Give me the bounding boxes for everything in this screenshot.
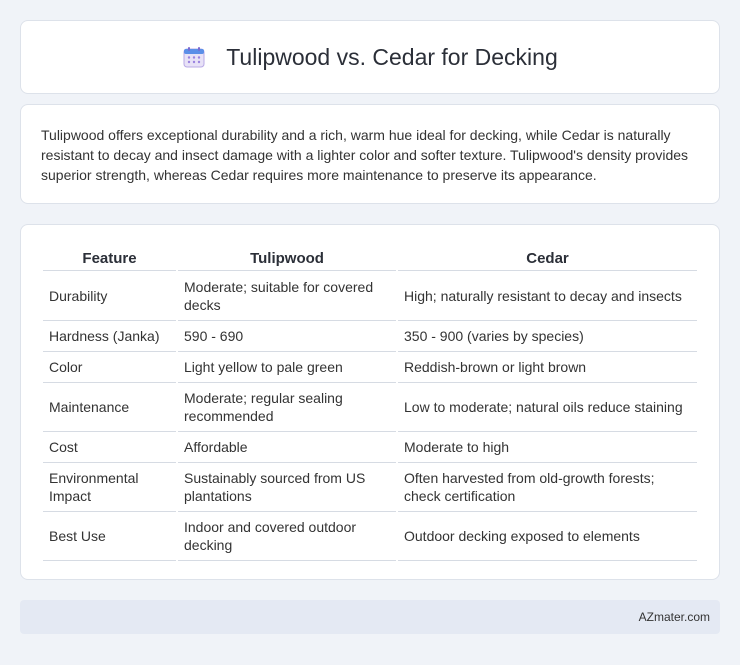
intro-text: Tulipwood offers exceptional durability … — [41, 127, 689, 183]
cell-cedar: Low to moderate; natural oils reduce sta… — [398, 383, 697, 432]
footer-site-link[interactable]: AZmater.com — [639, 610, 710, 624]
cell-cedar: High; naturally resistant to decay and i… — [398, 271, 697, 321]
cell-feature: Best Use — [43, 512, 176, 561]
cell-cedar: Often harvested from old-growth forests;… — [398, 463, 697, 512]
table-row: Best Use Indoor and covered outdoor deck… — [43, 512, 697, 561]
cell-cedar: Reddish-brown or light brown — [398, 352, 697, 383]
intro-card: Tulipwood offers exceptional durability … — [20, 104, 720, 204]
header-feature: Feature — [43, 245, 176, 271]
cell-tulipwood: Light yellow to pale green — [178, 352, 396, 383]
cell-tulipwood: Affordable — [178, 432, 396, 463]
cell-feature: Cost — [43, 432, 176, 463]
cell-tulipwood: 590 - 690 — [178, 321, 396, 352]
cell-tulipwood: Indoor and covered outdoor decking — [178, 512, 396, 561]
calendar-icon — [182, 45, 206, 69]
table-row: Environmental Impact Sustainably sourced… — [43, 463, 697, 512]
footer: AZmater.com — [20, 600, 720, 634]
comparison-table: Feature Tulipwood Cedar Durability Moder… — [41, 245, 699, 561]
cell-tulipwood: Sustainably sourced from US plantations — [178, 463, 396, 512]
cell-tulipwood: Moderate; regular sealing recommended — [178, 383, 396, 432]
title-card: Tulipwood vs. Cedar for Decking — [20, 20, 720, 94]
cell-feature: Hardness (Janka) — [43, 321, 176, 352]
table-row: Maintenance Moderate; regular sealing re… — [43, 383, 697, 432]
table-row: Cost Affordable Moderate to high — [43, 432, 697, 463]
cell-feature: Environmental Impact — [43, 463, 176, 512]
table-header-row: Feature Tulipwood Cedar — [43, 245, 697, 271]
page-title: Tulipwood vs. Cedar for Decking — [226, 43, 558, 70]
cell-feature: Durability — [43, 271, 176, 321]
cell-feature: Maintenance — [43, 383, 176, 432]
header-cedar: Cedar — [398, 245, 697, 271]
comparison-card: Feature Tulipwood Cedar Durability Moder… — [20, 224, 720, 580]
cell-cedar: Outdoor decking exposed to elements — [398, 512, 697, 561]
cell-cedar: Moderate to high — [398, 432, 697, 463]
table-row: Color Light yellow to pale green Reddish… — [43, 352, 697, 383]
cell-feature: Color — [43, 352, 176, 383]
header-tulipwood: Tulipwood — [178, 245, 396, 271]
table-row: Durability Moderate; suitable for covere… — [43, 271, 697, 321]
cell-tulipwood: Moderate; suitable for covered decks — [178, 271, 396, 321]
cell-cedar: 350 - 900 (varies by species) — [398, 321, 697, 352]
table-row: Hardness (Janka) 590 - 690 350 - 900 (va… — [43, 321, 697, 352]
